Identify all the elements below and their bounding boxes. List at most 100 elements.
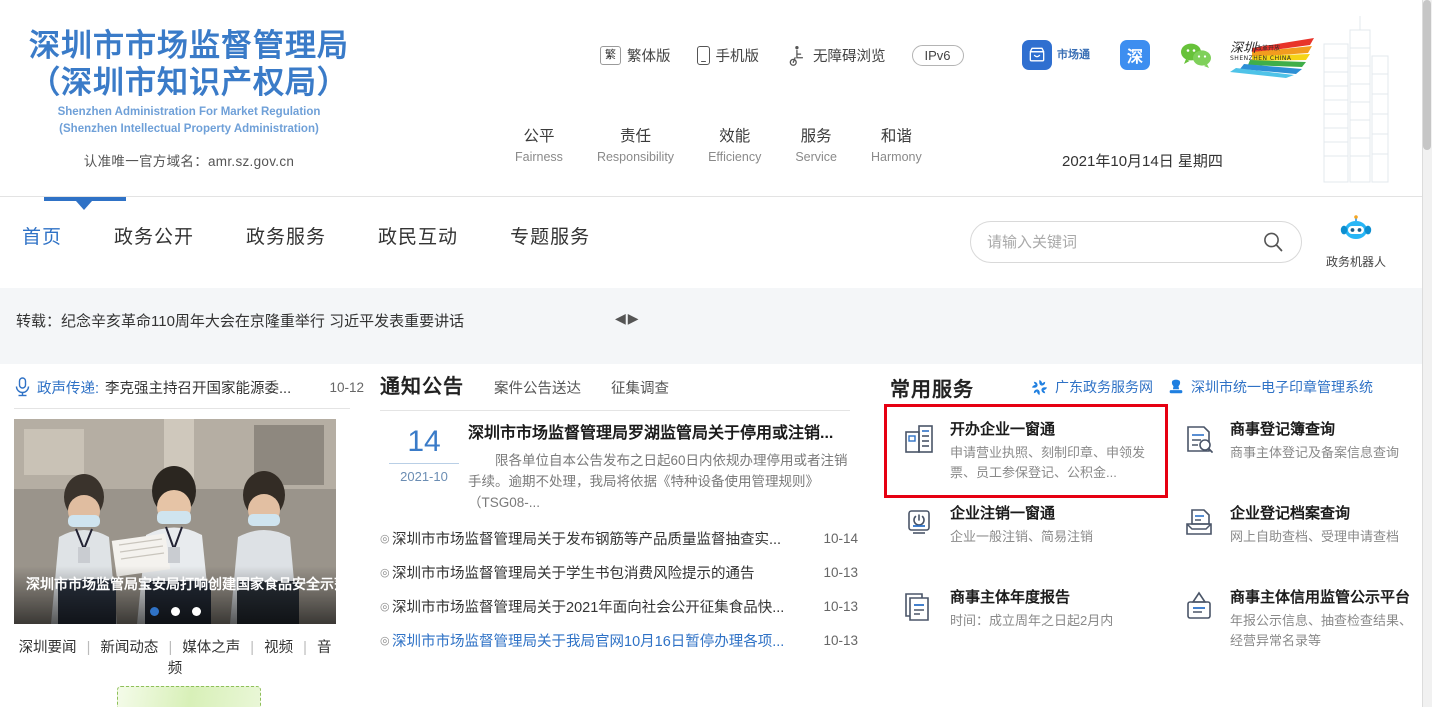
nav-item-government-services[interactable]: 政务服务	[246, 223, 326, 253]
list-item[interactable]: ◎ 深圳市市场监督管理局关于学生书包消费风险提示的通告 10-13	[380, 555, 858, 589]
list-item[interactable]: ◎ 深圳市市场监督管理局关于2021年面向社会公开征集食品快... 10-13	[380, 589, 858, 623]
ticker-arrows-icon[interactable]: ◀▶	[615, 310, 641, 327]
main-content: 政声传递: 李克强主持召开国家能源委... 10-12	[0, 364, 1422, 707]
logo-cn-line1: 深圳市市场监督管理局	[24, 28, 354, 65]
services-title: 常用服务	[890, 373, 974, 402]
service-name: 企业注销一窗通	[950, 504, 1093, 524]
mobile-version-link[interactable]: 手机版	[697, 45, 760, 66]
svg-text:改革开放: 改革开放	[1256, 44, 1280, 52]
service-card-registry-query[interactable]: 商事登记簿查询 商事主体登记及备案信息查询	[1170, 410, 1420, 494]
tab-surveys[interactable]: 征集调查	[611, 377, 669, 398]
slogan-cn: 公平	[515, 126, 563, 148]
voice-transmission-row[interactable]: 政声传递: 李克强主持召开国家能源委... 10-12	[14, 370, 364, 404]
slogan-cn: 服务	[795, 126, 837, 148]
slogan-en: Harmony	[871, 148, 922, 166]
robot-icon	[1339, 215, 1373, 247]
notice-tabs: 通知公告 案件公告送达 征集调查	[380, 370, 858, 404]
ipv6-badge[interactable]: IPv6	[912, 45, 964, 66]
services-header: 常用服务	[890, 370, 1410, 404]
notice-list: ◎ 深圳市市场监督管理局关于发布钢筋等产品质量监督抽查实... 10-14 ◎ …	[380, 521, 858, 657]
power-off-icon	[902, 504, 938, 578]
tab-case-announcements[interactable]: 案件公告送达	[494, 377, 581, 398]
carousel-dot-2[interactable]	[171, 607, 180, 616]
market-pass-label: 市场通	[1057, 49, 1090, 61]
search-input[interactable]	[987, 234, 1261, 251]
header-app-icons: 市场通 深	[1022, 40, 1212, 70]
slogan-cn: 效能	[708, 126, 761, 148]
list-item[interactable]: ◎ 深圳市市场监督管理局关于发布钢筋等产品质量监督抽查实... 10-14	[380, 521, 858, 555]
slogan-en: Responsibility	[597, 148, 674, 166]
wechat-link[interactable]	[1180, 42, 1212, 68]
service-name: 商事主体信用监管公示平台	[1230, 588, 1412, 608]
service-desc: 时间：成立周年之日起2月内	[950, 611, 1113, 631]
i-shenzhen-link[interactable]: 深	[1120, 40, 1150, 70]
service-text: 商事主体年度报告 时间：成立周年之日起2月内	[950, 588, 1113, 662]
tab-notices[interactable]: 通知公告	[380, 370, 464, 399]
link-video[interactable]: 视频	[264, 640, 293, 656]
featured-text-block: 深圳市市场监督管理局罗湖监管局关于停用或注销... 限各单位自本公告发布之日起6…	[468, 423, 858, 513]
voice-headline[interactable]: 李克强主持召开国家能源委...	[105, 377, 323, 398]
news-category-links: 深圳要闻 | 新闻动态 | 媒体之声 | 视频 | 音频	[14, 636, 336, 678]
logo-en-line2: (Shenzhen Intellectual Property Administ…	[24, 122, 354, 136]
guangdong-service-flower-icon	[1030, 378, 1049, 397]
mobile-version-label: 手机版	[716, 45, 760, 66]
active-nav-caret-icon	[76, 201, 92, 210]
service-name: 开办企业一窗通	[950, 420, 1162, 440]
notice-date: 10-13	[823, 633, 858, 648]
service-name: 商事登记簿查询	[1230, 420, 1399, 440]
shenzhen-china-logo[interactable]: 深圳 改革开放 SHENZHEN CHINA	[1222, 36, 1314, 78]
mobile-phone-icon	[697, 46, 710, 65]
slogan-cn: 责任	[597, 126, 674, 148]
nav-item-special-services[interactable]: 专题服务	[510, 223, 590, 253]
link-news-updates[interactable]: 新闻动态	[100, 640, 158, 656]
notice-title[interactable]: 深圳市市场监督管理局关于发布钢筋等产品质量监督抽查实...	[392, 528, 813, 549]
divider	[389, 463, 459, 464]
site-logo[interactable]: 深圳市市场监督管理局 （深圳市知识产权局） Shenzhen Administr…	[24, 28, 354, 170]
notice-title[interactable]: 深圳市市场监督管理局关于2021年面向社会公开征集食品快...	[392, 596, 813, 617]
page-scrollbar[interactable]	[1422, 0, 1432, 707]
market-pass-link[interactable]: 市场通	[1022, 40, 1090, 70]
nav-item-home[interactable]: 首页	[22, 223, 62, 253]
official-domain-note: 认准唯一官方域名：amr.sz.gov.cn	[24, 150, 354, 170]
link-shenzhen-news[interactable]: 深圳要闻	[19, 640, 77, 656]
service-card-archive-query[interactable]: 企业登记档案查询 网上自助查档、受理申请查档	[1170, 494, 1420, 578]
i-shenzhen-app-icon: 深	[1120, 40, 1150, 70]
featured-title[interactable]: 深圳市市场监督管理局罗湖监管局关于停用或注销...	[468, 423, 858, 445]
service-card-open-enterprise[interactable]: 开办企业一窗通 申请营业执照、刻制印章、申领发票、员工参保登记、公积金...	[890, 410, 1170, 494]
separator: |	[250, 640, 254, 656]
guangdong-service-link[interactable]: 广东政务服务网	[1030, 377, 1153, 397]
link-media-voice[interactable]: 媒体之声	[182, 640, 240, 656]
promo-banner-thumbnail[interactable]	[117, 686, 261, 707]
scrollbar-thumb[interactable]	[1423, 0, 1431, 150]
news-ticker-bar: 转载：纪念辛亥革命110周年大会在京隆重举行 习近平发表重要讲话 ◀▶	[0, 288, 1422, 364]
notice-title[interactable]: 深圳市市场监督管理局关于学生书包消费风险提示的通告	[392, 562, 813, 583]
nav-item-public-interaction[interactable]: 政民互动	[378, 223, 458, 253]
carousel-dot-1[interactable]	[150, 607, 159, 616]
notice-date: 10-13	[823, 599, 858, 614]
logo-cn-line2: （深圳市知识产权局）	[24, 65, 354, 102]
slogan-harmony: 和谐 Harmony	[871, 126, 922, 166]
carousel-dots	[14, 607, 336, 616]
featured-notice[interactable]: 14 2021-10 深圳市市场监督管理局罗湖监管局关于停用或注销... 限各单…	[380, 423, 858, 513]
nav-item-government-affairs[interactable]: 政务公开	[114, 223, 194, 253]
service-card-cancel-enterprise[interactable]: 企业注销一窗通 企业一般注销、简易注销	[890, 494, 1170, 578]
service-card-credit-platform[interactable]: 商事主体信用监管公示平台 年报公示信息、抽查检查结果、经营异常名录等	[1170, 578, 1420, 662]
government-robot-button[interactable]: 政务机器人	[1312, 215, 1400, 270]
list-item[interactable]: ◎ 深圳市市场监督管理局关于我局官网10月16日暂停办理各项... 10-13	[380, 623, 858, 657]
search-icon[interactable]	[1261, 230, 1285, 254]
service-desc: 企业一般注销、简易注销	[950, 527, 1093, 547]
electronic-seal-link[interactable]: 深圳市统一电子印章管理系统	[1167, 377, 1373, 397]
ticker-headline[interactable]: 转载：纪念辛亥革命110周年大会在京隆重举行 习近平发表重要讲话	[16, 310, 464, 331]
notice-title[interactable]: 深圳市市场监督管理局关于我局官网10月16日暂停办理各项...	[392, 630, 813, 651]
search-box[interactable]	[970, 221, 1302, 263]
carousel-dot-3[interactable]	[192, 607, 201, 616]
right-column: 常用服务	[890, 370, 1410, 662]
document-search-icon	[1182, 420, 1218, 494]
traditional-chinese-icon: 繁	[600, 46, 621, 65]
carousel-photo[interactable]: 深圳市市场监管局宝安局打响创建国家食品安全示范...	[14, 419, 336, 624]
traditional-chinese-link[interactable]: 繁 繁体版	[600, 45, 671, 66]
slogan-cn: 和谐	[871, 126, 922, 148]
service-card-annual-report[interactable]: 商事主体年度报告 时间：成立周年之日起2月内	[890, 578, 1170, 662]
notice-date: 10-14	[823, 531, 858, 546]
accessibility-link[interactable]: 无障碍浏览	[785, 44, 886, 66]
